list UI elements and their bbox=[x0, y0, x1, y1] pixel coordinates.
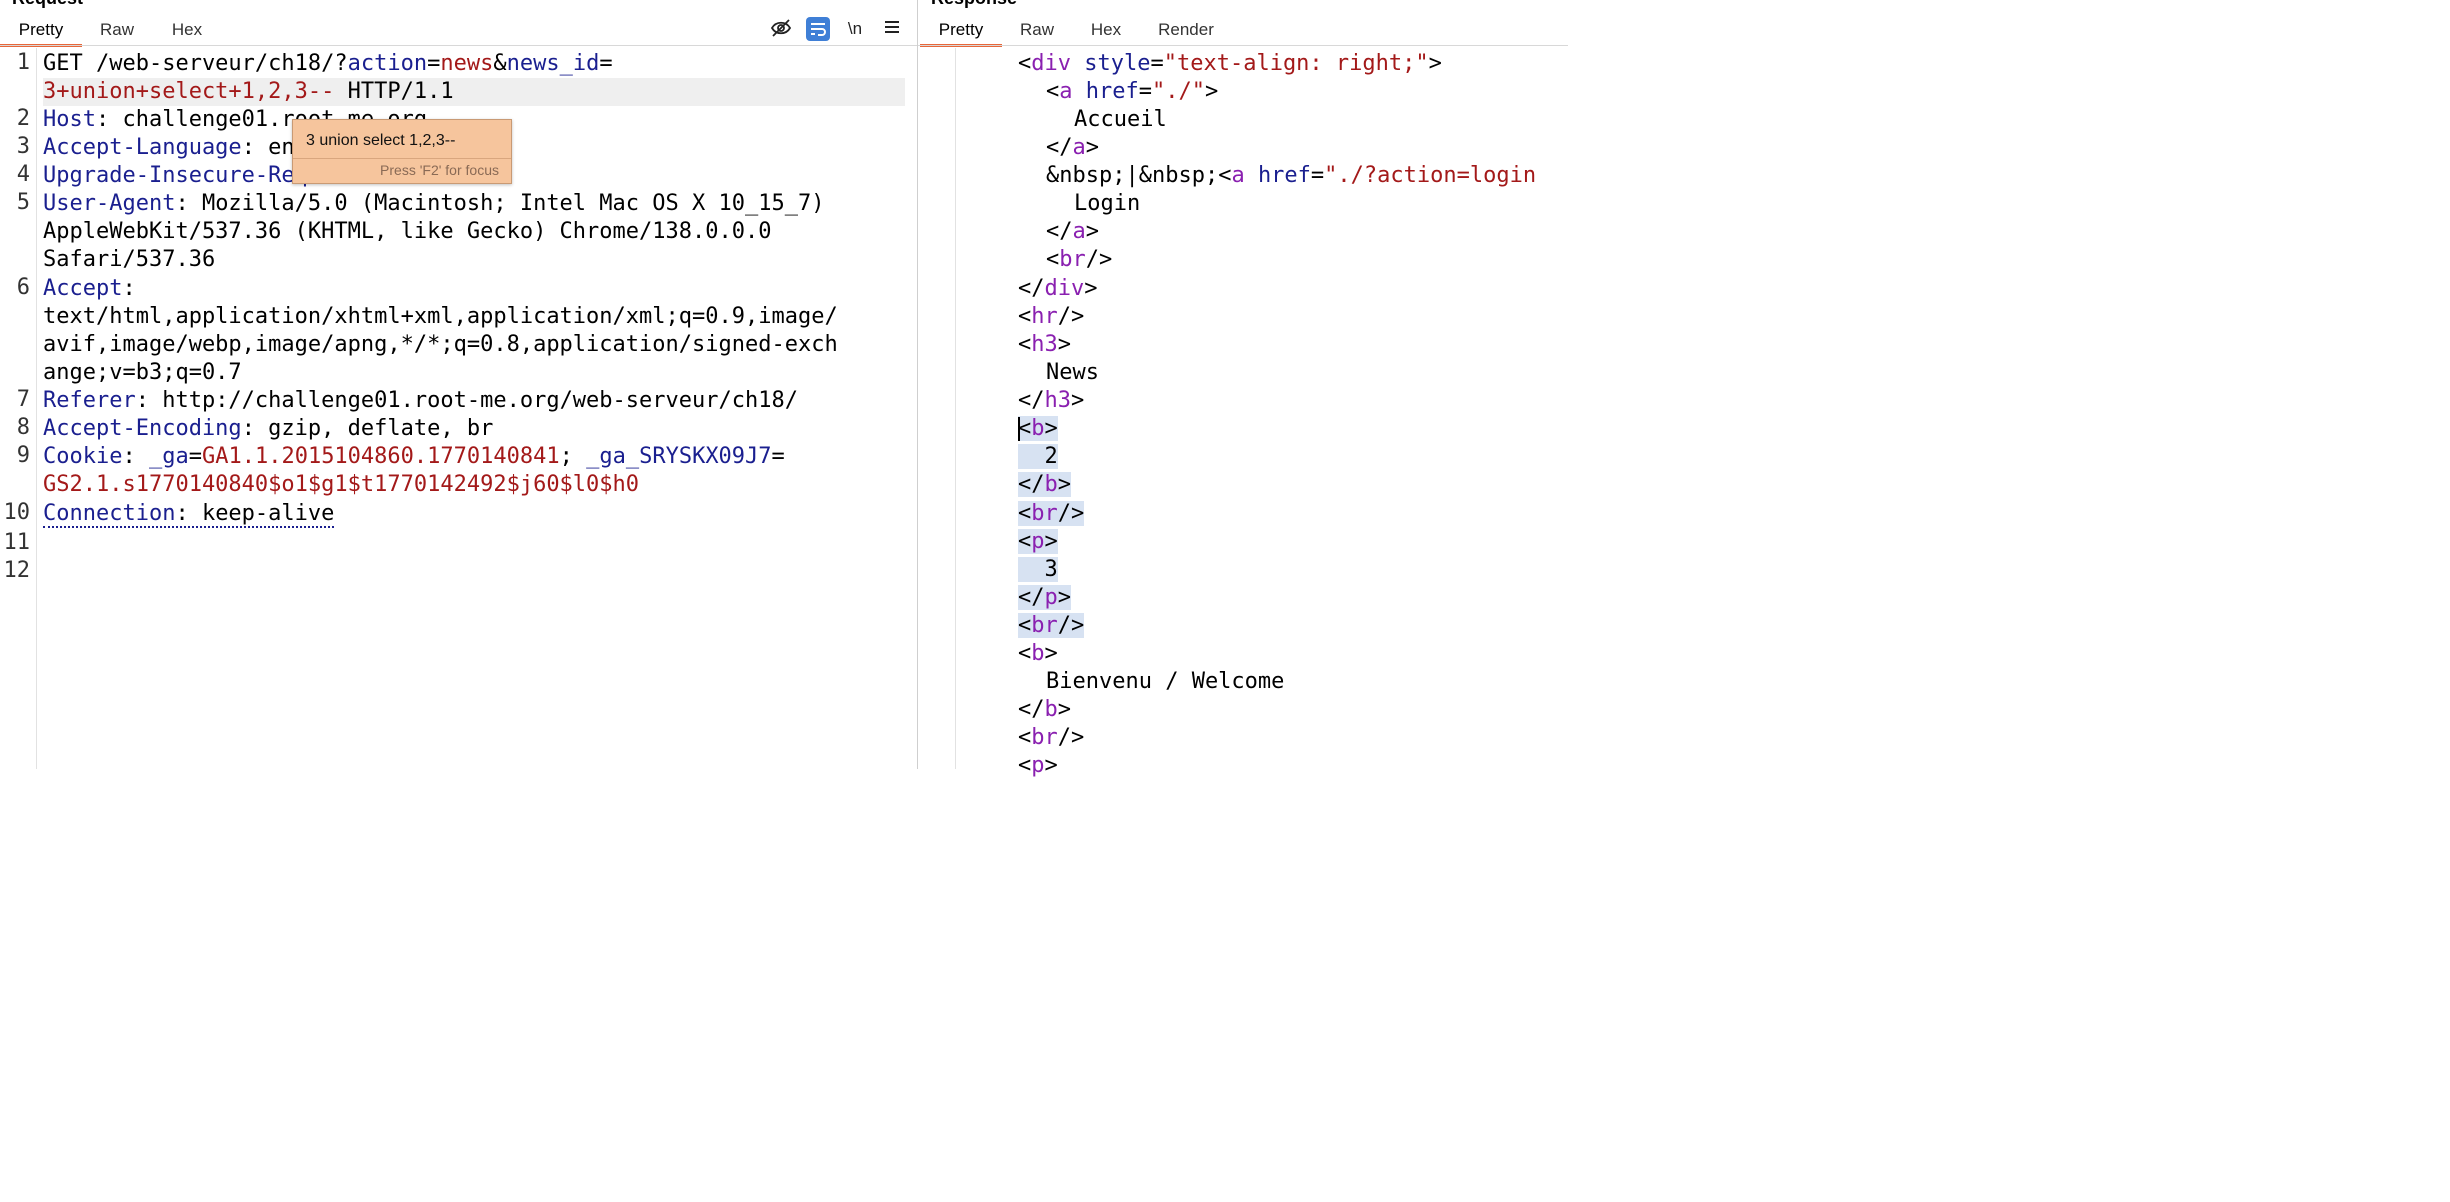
line-number: 5 bbox=[16, 190, 30, 215]
line-number: 11 bbox=[3, 530, 31, 555]
line-number: 8 bbox=[16, 415, 30, 440]
line-number: 1 bbox=[16, 50, 30, 75]
request-line: User-Agent: Mozilla/5.0 (Macintosh; Inte… bbox=[43, 191, 825, 216]
decode-tooltip: 3 union select 1,2,3-- Press 'F2' for fo… bbox=[292, 119, 512, 184]
request-line: 3+union+select+1,2,3-- HTTP/1.1 bbox=[43, 78, 905, 106]
request-line: Safari/537.36 bbox=[43, 247, 216, 272]
injected-value-3: 3 bbox=[1044, 557, 1058, 582]
request-line: AppleWebKit/537.36 (KHTML, like Gecko) C… bbox=[43, 219, 772, 244]
line-number: 4 bbox=[16, 162, 30, 187]
response-viewer[interactable]: <div style="text-align: right;"> <a href… bbox=[962, 0, 1568, 778]
pane-divider[interactable] bbox=[917, 0, 918, 769]
line-number: 2 bbox=[16, 106, 30, 131]
login-text: Login bbox=[1074, 191, 1141, 216]
tooltip-text: 3 union select 1,2,3-- bbox=[306, 132, 456, 149]
line-number: 7 bbox=[16, 387, 30, 412]
request-line: Referer: http://challenge01.root-me.org/… bbox=[43, 388, 798, 413]
request-line: ange;v=b3;q=0.7 bbox=[43, 360, 242, 385]
news-text: News bbox=[1046, 360, 1099, 385]
request-line: Accept-Encoding: gzip, deflate, br bbox=[43, 416, 494, 441]
accueil-text: Accueil bbox=[1074, 107, 1167, 132]
tooltip-hint: Press 'F2' for focus bbox=[380, 162, 499, 178]
welcome-text: Bienvenu / Welcome bbox=[1046, 669, 1285, 694]
line-number: 10 bbox=[3, 500, 31, 525]
request-line: Connection: keep-alive bbox=[43, 501, 335, 528]
request-line: text/html,application/xhtml+xml,applicat… bbox=[43, 304, 838, 329]
request-line: GS2.1.s1770140840$o1$g1$t1770142492$j60$… bbox=[43, 472, 640, 497]
line-number: 12 bbox=[3, 558, 31, 583]
injected-value-2: 2 bbox=[1044, 444, 1058, 469]
line-number: 3 bbox=[16, 134, 30, 159]
request-editor[interactable]: GET /web-serveur/ch18/?action=news&news_… bbox=[43, 0, 905, 769]
request-line: GET /web-serveur/ch18/?action=news&news_… bbox=[43, 51, 613, 76]
line-number: 9 bbox=[16, 443, 30, 468]
line-number: 6 bbox=[16, 275, 30, 300]
request-line: Accept: bbox=[43, 276, 136, 301]
request-line: Cookie: _ga=GA1.1.2015104860.1770140841;… bbox=[43, 444, 785, 469]
request-line: avif,image/webp,image/apng,*/*;q=0.8,app… bbox=[43, 332, 838, 357]
